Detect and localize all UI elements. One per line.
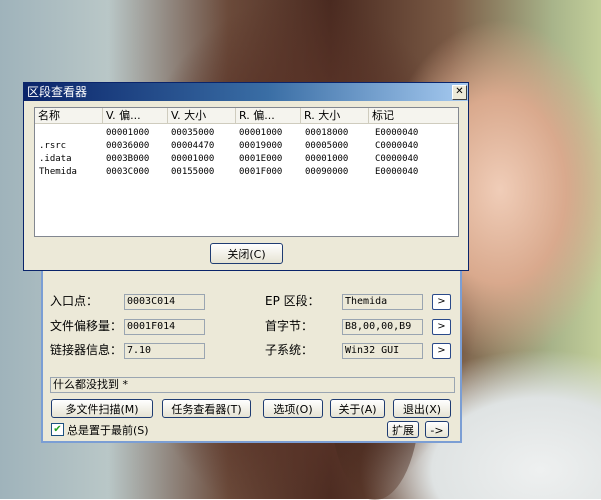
multi-scan-button[interactable]: 多文件扫描(M) — [51, 399, 153, 418]
column-header-r-size[interactable]: R. 大小 — [301, 108, 369, 124]
table-row-v-size[interactable]: 00035000 — [171, 127, 214, 139]
always-on-top-label: 总是置于最前(S) — [67, 424, 149, 437]
close-icon[interactable]: ✕ — [452, 85, 467, 100]
column-header-v-size[interactable]: V. 大小 — [168, 108, 236, 124]
table-row-v-size[interactable]: 00155000 — [171, 166, 214, 178]
first-bytes-label: 首字节： — [265, 319, 314, 333]
table-row-name[interactable]: Themida — [39, 166, 77, 178]
table-row-flags[interactable]: C0000040 — [375, 153, 418, 165]
ep-section-field[interactable]: Themida — [342, 294, 423, 310]
expand-button[interactable]: 扩展 — [387, 421, 419, 438]
file-offset-label: 文件偏移量： — [50, 319, 123, 333]
table-row-name[interactable]: .idata — [39, 153, 72, 165]
first-bytes-field[interactable]: B8,00,00,B9 — [342, 319, 423, 335]
table-row-v-offset[interactable]: 0003B000 — [106, 153, 149, 165]
table-row-r-offset[interactable]: 00001000 — [239, 127, 282, 139]
table-row-r-size[interactable]: 00001000 — [305, 153, 348, 165]
table-row-r-size[interactable]: 00018000 — [305, 127, 348, 139]
exit-button[interactable]: 退出(X) — [393, 399, 451, 418]
table-row-flags[interactable]: E0000040 — [375, 127, 418, 139]
first-bytes-arrow-button[interactable]: > — [432, 319, 451, 335]
more-button[interactable]: -> — [425, 421, 449, 438]
table-row-flags[interactable]: E0000040 — [375, 166, 418, 178]
file-offset-field[interactable]: 0001F014 — [124, 319, 205, 335]
table-row-v-size[interactable]: 00001000 — [171, 153, 214, 165]
subsystem-field[interactable]: Win32 GUI — [342, 343, 423, 359]
table-row-r-size[interactable]: 00005000 — [305, 140, 348, 152]
linker-info-label: 链接器信息： — [50, 343, 123, 357]
table-row-r-size[interactable]: 00090000 — [305, 166, 348, 178]
ep-section-arrow-button[interactable]: > — [432, 294, 451, 310]
task-viewer-button[interactable]: 任务查看器(T) — [162, 399, 251, 418]
table-row-v-offset[interactable]: 00036000 — [106, 140, 149, 152]
column-header-flags[interactable]: 标记 — [369, 108, 458, 124]
table-row-flags[interactable]: C0000040 — [375, 140, 418, 152]
entry-point-field[interactable]: 0003C014 — [124, 294, 205, 310]
section-viewer-dialog: 区段查看器 ✕ 名称 V. 偏... V. 大小 R. 偏... R. 大小 标… — [23, 82, 469, 271]
always-on-top-checkbox[interactable]: ✔ — [51, 423, 64, 436]
table-row-v-size[interactable]: 00004470 — [171, 140, 214, 152]
about-button[interactable]: 关于(A) — [330, 399, 385, 418]
linker-info-field[interactable]: 7.10 — [124, 343, 205, 359]
column-header-v-offset[interactable]: V. 偏... — [103, 108, 168, 124]
table-row-v-offset[interactable]: 00001000 — [106, 127, 149, 139]
column-header-name[interactable]: 名称 — [35, 108, 103, 124]
table-row-name[interactable]: .rsrc — [39, 140, 66, 152]
section-list[interactable]: 名称 V. 偏... V. 大小 R. 偏... R. 大小 标记 000010… — [34, 107, 459, 237]
dialog-title: 区段查看器 — [24, 83, 468, 101]
close-button[interactable]: 关闭(C) — [210, 243, 283, 264]
table-row-r-offset[interactable]: 0001E000 — [239, 153, 282, 165]
table-row-r-offset[interactable]: 0001F000 — [239, 166, 282, 178]
column-header-r-offset[interactable]: R. 偏... — [236, 108, 301, 124]
entry-point-label: 入口点： — [50, 294, 99, 308]
ep-section-label: EP 区段： — [265, 294, 320, 308]
peid-main-window: 入口点： 0003C014 文件偏移量： 0001F014 链接器信息： 7.1… — [41, 262, 462, 443]
scan-result-field: 什么都没找到 * — [50, 377, 455, 393]
subsystem-label: 子系统： — [265, 343, 314, 357]
subsystem-arrow-button[interactable]: > — [432, 343, 451, 359]
options-button[interactable]: 选项(O) — [263, 399, 323, 418]
table-row-v-offset[interactable]: 0003C000 — [106, 166, 149, 178]
table-row-r-offset[interactable]: 00019000 — [239, 140, 282, 152]
